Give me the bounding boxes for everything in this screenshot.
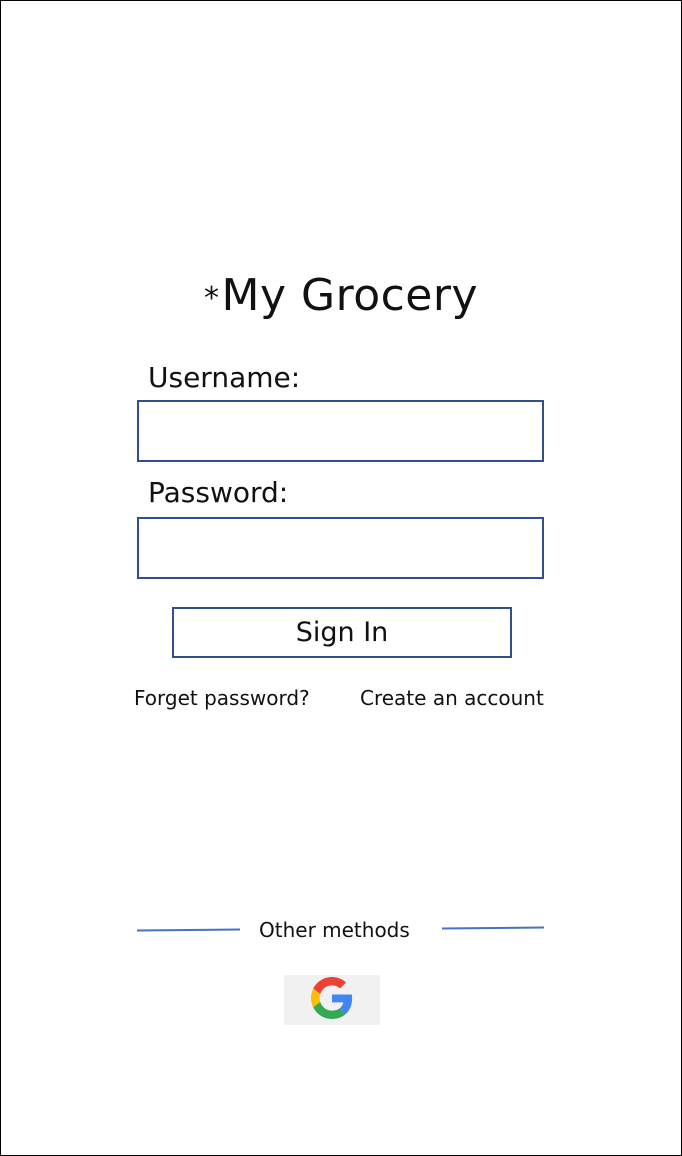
title-star: * [203,281,220,316]
password-field-box [137,517,544,579]
google-sign-in-button[interactable] [284,975,380,1025]
app-title: *My Grocery [0,268,682,329]
username-label: Username: [148,361,301,394]
password-input[interactable] [139,519,542,577]
create-account-link[interactable]: Create an account [360,684,544,712]
other-methods-label: Other methods [259,918,410,942]
username-input[interactable] [139,402,542,460]
password-label: Password: [148,476,289,509]
google-icon [311,977,353,1023]
username-field-box [137,400,544,462]
sign-in-button[interactable]: Sign In [172,607,512,658]
forget-password-link[interactable]: Forget password? [134,684,310,712]
title-text: My Grocery [221,270,479,321]
